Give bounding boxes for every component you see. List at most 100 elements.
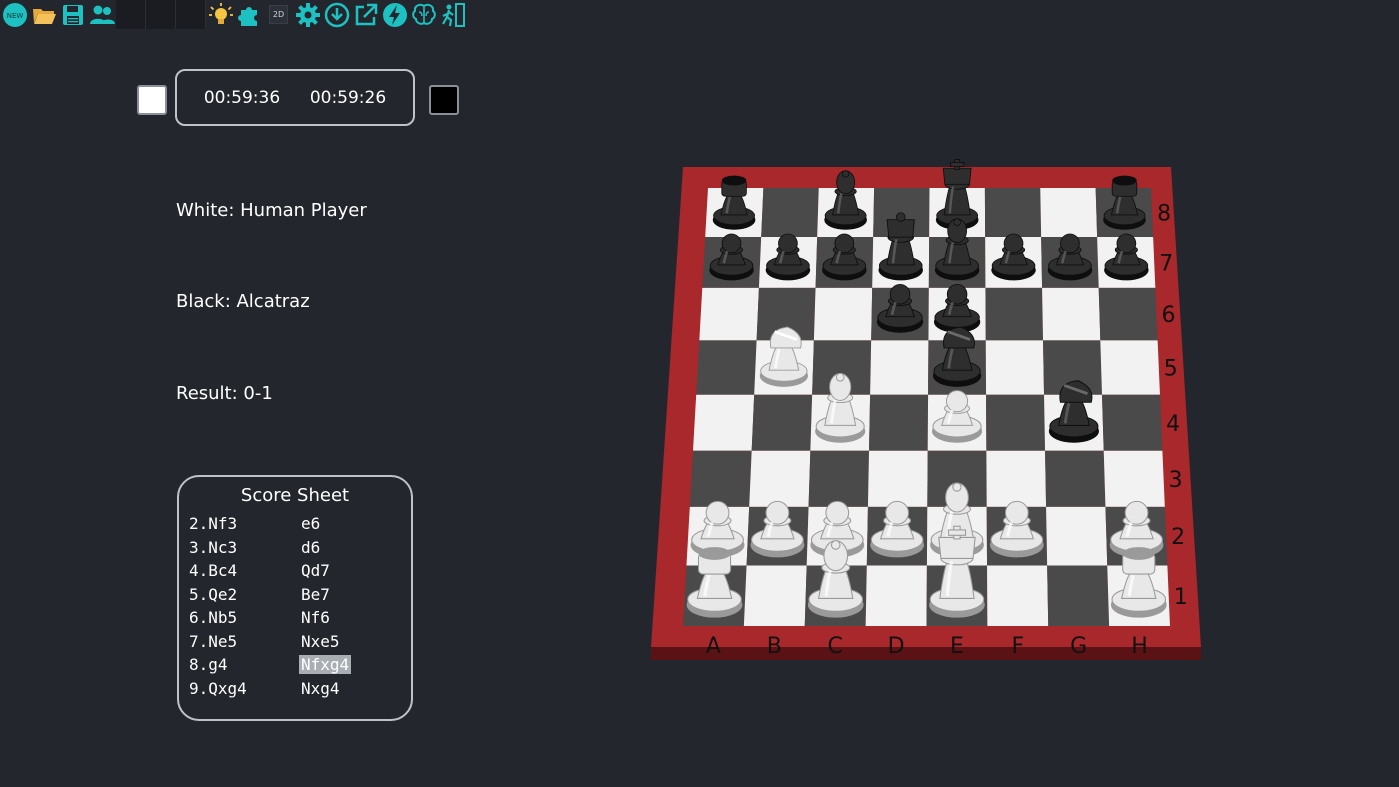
move-row: 8.g4 Nfxg4 [189,653,411,677]
piece-head [778,233,798,254]
square-c6[interactable] [813,287,873,341]
move-row: 9.Qxg4 Nxg4 [189,677,411,701]
white-move[interactable]: 5.Qe2 [189,585,301,604]
square-f5[interactable] [985,340,1045,395]
rank-label: 3 [1169,468,1183,493]
move-row: 3.Nc3 d6 [189,536,411,560]
square-f6[interactable] [985,287,1044,341]
square-f4[interactable] [986,394,1046,451]
square-g2[interactable] [1046,506,1108,566]
save-disk-icon [62,4,83,25]
piece-head [1124,500,1149,525]
file-label: B [767,634,782,659]
file-label: G [1070,634,1087,659]
black-move[interactable]: Nf6 [301,608,330,627]
piece-tip [952,482,962,492]
analysis-button[interactable] [409,0,438,29]
square-h5[interactable] [1100,340,1160,395]
black-move[interactable]: Qd7 [301,561,330,580]
square-b4[interactable] [751,394,813,451]
square-f3[interactable] [986,450,1047,507]
square-g6[interactable] [1042,287,1101,341]
save-button[interactable] [58,0,87,29]
square-g8[interactable] [1040,188,1098,238]
rank-label: 1 [1174,585,1188,610]
white-side-indicator[interactable] [137,85,167,115]
download-button[interactable] [322,0,351,29]
square-h6[interactable] [1098,287,1158,341]
square-a5[interactable] [696,340,757,395]
players-button[interactable] [87,0,116,29]
chess-board[interactable]: A B C D E F G H 8 7 6 5 4 3 2 1 [648,150,1208,670]
engine-button[interactable] [380,0,409,29]
square-d1[interactable] [865,565,927,626]
export-button[interactable] [351,0,380,29]
white-player-label: White: Human Player [176,200,367,221]
square-d3[interactable] [867,450,928,507]
new-game-label: NEW [6,12,23,20]
square-h4[interactable] [1101,394,1163,451]
rank-label: 6 [1161,303,1175,328]
square-a4[interactable] [693,394,755,451]
white-clock: 00:59:36 [203,87,281,108]
black-move-selected[interactable]: Nfxg4 [299,655,352,675]
piece-head [721,233,742,254]
export-icon [355,3,377,25]
square-d4[interactable] [869,394,929,451]
black-move[interactable]: Be7 [301,585,330,604]
black-move[interactable]: e6 [301,514,320,533]
score-sheet-title: Score Sheet [240,485,350,506]
resign-button[interactable] [438,0,467,29]
white-move[interactable]: 3.Nc3 [189,538,301,557]
black-move[interactable]: Nxe5 [301,632,340,651]
file-label: C [828,634,843,659]
square-c3[interactable] [808,450,870,507]
score-sheet: Score Sheet 2.Nf3 e6 3.Nc3 d6 4.Bc4 Qd7 5.Qe2 B… [177,475,413,721]
piece-head [945,390,969,413]
square-g3[interactable] [1045,450,1106,507]
white-move[interactable]: 8.g4 [189,655,301,674]
black-side-indicator[interactable] [429,85,459,115]
blank-slot-1[interactable] [116,0,146,29]
board-frame-edge [651,647,1201,660]
piece-tip [835,372,845,382]
white-move[interactable]: 7.Ne5 [189,632,301,651]
white-move[interactable]: 4.Bc4 [189,561,301,580]
rank-label: 8 [1157,202,1171,227]
2d-mode-toggle[interactable]: 2D [264,0,293,29]
black-move[interactable]: d6 [301,538,320,557]
square-b1[interactable] [743,565,807,626]
piece-cross-bar [947,529,967,536]
puzzle-button[interactable] [235,0,264,29]
square-a3[interactable] [689,450,752,507]
new-game-button[interactable]: NEW [0,0,29,29]
move-row: 2.Nf3 e6 [189,512,411,536]
piece-head-top [1112,175,1137,186]
blank-slot-3[interactable] [176,0,206,29]
file-label: A [706,634,721,659]
rank-label: 7 [1159,251,1173,276]
settings-gear-icon [295,2,320,27]
square-f8[interactable] [984,188,1042,238]
mode-label: 2D [268,5,289,24]
move-row: 6.Nb5 Nf6 [189,606,411,630]
square-f1[interactable] [987,565,1049,626]
square-h3[interactable] [1103,450,1165,507]
hint-lightbulb-icon [208,2,233,24]
square-g1[interactable] [1047,565,1110,626]
white-move[interactable]: 6.Nb5 [189,608,301,627]
settings-button[interactable] [293,0,322,29]
black-move[interactable]: Nxg4 [301,679,340,698]
resign-runner-icon [441,2,465,27]
open-button[interactable] [29,0,58,29]
square-a6[interactable] [699,287,759,341]
square-b3[interactable] [749,450,811,507]
white-move[interactable]: 2.Nf3 [189,514,301,533]
blank-slot-2[interactable] [146,0,176,29]
white-move[interactable]: 9.Qxg4 [189,679,301,698]
hint-button[interactable] [206,0,235,29]
square-d5[interactable] [870,340,929,395]
piece-head [942,167,972,185]
square-b8[interactable] [761,188,819,238]
piece-head [885,500,910,525]
